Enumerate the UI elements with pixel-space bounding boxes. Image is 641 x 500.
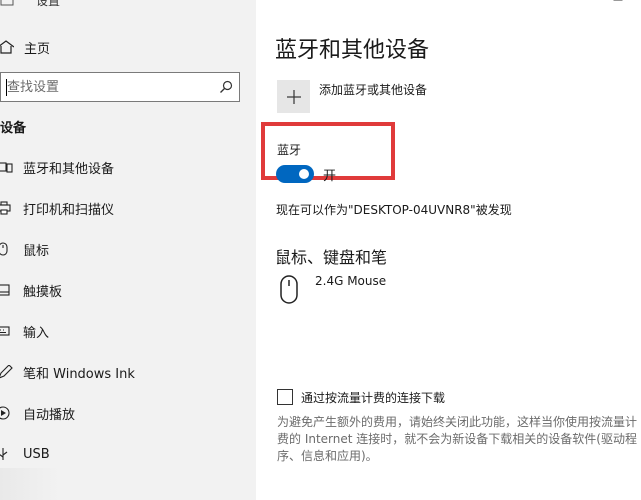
- sidebar-item-label: 触摸板: [23, 284, 63, 300]
- main-panel: 蓝牙和其他设备 添加蓝牙或其他设备 蓝牙 开 现在可以作为"DESKTOP-04…: [256, 0, 641, 500]
- window-control-icon[interactable]: [613, 0, 623, 4]
- sidebar-item-pen-windows-ink[interactable]: 笔和 Windows Ink: [0, 361, 135, 383]
- sidebar-item-label: 鼠标: [23, 243, 50, 259]
- home-icon: [0, 40, 14, 54]
- keyboard-icon: [0, 326, 10, 336]
- sidebar: 设置 主页 设备 蓝牙和其他设备 打印机和扫描仪: [0, 0, 256, 500]
- sidebar-item-label: 输入: [23, 325, 50, 341]
- sidebar-item-home[interactable]: 主页: [0, 37, 50, 57]
- sidebar-item-label: 笔和 Windows Ink: [23, 366, 135, 382]
- page-title: 蓝牙和其他设备: [275, 38, 430, 63]
- sidebar-item-label: 主页: [24, 41, 51, 57]
- mouse-device-icon[interactable]: [278, 274, 302, 306]
- sidebar-item-autoplay[interactable]: 自动播放: [0, 402, 75, 424]
- devices-icon: [0, 162, 13, 173]
- toggle-knob: [299, 169, 309, 179]
- bluetooth-toggle[interactable]: [276, 165, 314, 183]
- add-device-label[interactable]: 添加蓝牙或其他设备: [319, 81, 427, 98]
- touchpad-icon: [0, 284, 10, 296]
- sidebar-item-label: 自动播放: [23, 407, 76, 423]
- sidebar-item-typing[interactable]: 输入: [0, 320, 49, 342]
- sidebar-item-usb[interactable]: USB: [0, 443, 50, 465]
- mouse-icon: [0, 242, 8, 256]
- plus-icon: [286, 89, 301, 104]
- printer-icon: [0, 201, 11, 215]
- sidebar-item-label: 打印机和扫描仪: [23, 202, 115, 218]
- discoverable-status: 现在可以作为"DESKTOP-04UVNR8"被发现: [276, 203, 512, 217]
- metered-download-label[interactable]: 通过按流量计费的连接下载: [301, 389, 445, 406]
- search-box[interactable]: [0, 72, 240, 102]
- pen-icon: [0, 365, 13, 379]
- sidebar-item-label: USB: [23, 446, 50, 462]
- section-title: 设备: [0, 121, 27, 136]
- app-title: 设置: [36, 0, 61, 8]
- sidebar-item-label: 蓝牙和其他设备: [23, 161, 115, 177]
- sidebar-item-bluetooth-devices[interactable]: 蓝牙和其他设备: [0, 156, 114, 178]
- add-device-button[interactable]: [277, 80, 310, 113]
- autoplay-icon: [0, 406, 10, 420]
- mouse-keyboard-pen-heading: 鼠标、键盘和笔: [275, 248, 388, 267]
- search-input[interactable]: [7, 73, 207, 101]
- search-icon[interactable]: [219, 80, 233, 94]
- app-icon: [0, 0, 14, 6]
- sidebar-fade: [0, 468, 60, 500]
- sidebar-item-mouse[interactable]: 鼠标: [0, 238, 49, 260]
- metered-description: 为避免产生额外的费用，请始终关闭此功能，这样当你使用按流量计费的 Interne…: [277, 415, 638, 463]
- sidebar-item-touchpad[interactable]: 触摸板: [0, 279, 62, 301]
- metered-download-checkbox[interactable]: [277, 389, 293, 405]
- text-caret: [6, 79, 7, 96]
- usb-icon: [0, 448, 8, 460]
- device-name[interactable]: 2.4G Mouse: [315, 274, 386, 288]
- toggle-state-label: 开: [323, 169, 337, 184]
- sidebar-item-printers[interactable]: 打印机和扫描仪: [0, 197, 114, 219]
- bluetooth-label: 蓝牙: [277, 143, 302, 157]
